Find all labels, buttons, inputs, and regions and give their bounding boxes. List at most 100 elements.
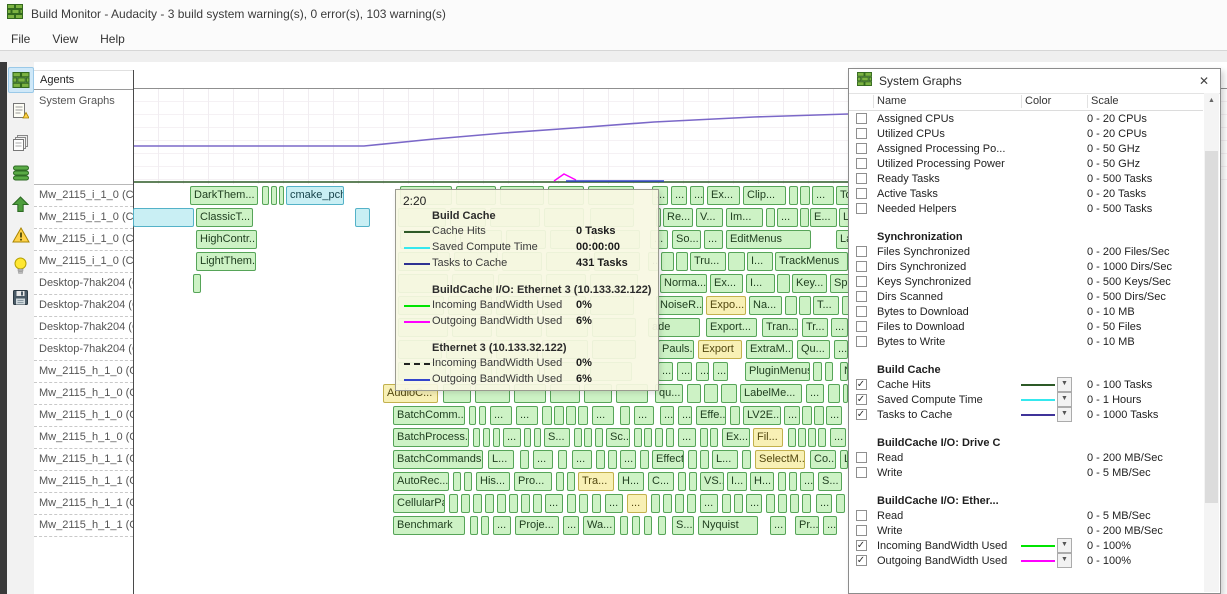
task-box-unlabeled[interactable] — [567, 494, 576, 513]
sidebar-warnings-button[interactable] — [8, 222, 34, 248]
task-box[interactable]: N — [840, 362, 848, 381]
task-box-unlabeled[interactable] — [722, 494, 731, 513]
sidebar-build-data-button[interactable] — [8, 160, 34, 186]
task-box-unlabeled[interactable] — [799, 296, 811, 315]
task-box[interactable]: ... — [784, 406, 800, 425]
unchecked-checkbox[interactable] — [856, 261, 867, 272]
task-box[interactable]: ... — [605, 494, 623, 513]
task-box-unlabeled[interactable] — [814, 406, 824, 425]
task-box[interactable]: T... — [813, 296, 839, 315]
task-box-unlabeled[interactable] — [509, 494, 518, 513]
task-box[interactable]: ... — [572, 450, 592, 469]
series-row[interactable]: Utilized Processing Power0 - 50 GHz — [849, 156, 1203, 171]
sidebar-tips-button[interactable] — [8, 253, 34, 279]
series-row[interactable]: Utilized CPUs0 - 20 CPUs — [849, 126, 1203, 141]
task-box[interactable]: Ex... — [710, 274, 743, 293]
task-box[interactable]: ... — [777, 208, 798, 227]
task-box-unlabeled[interactable] — [579, 494, 588, 513]
task-box[interactable]: Export — [698, 340, 742, 359]
task-box-unlabeled[interactable] — [778, 494, 787, 513]
task-box[interactable]: L — [840, 450, 848, 469]
task-box[interactable]: Wa... — [583, 516, 615, 535]
unchecked-checkbox[interactable] — [856, 306, 867, 317]
series-row[interactable]: ✓Saved Compute Time▼0 - 1 Hours — [849, 392, 1203, 407]
task-box-unlabeled[interactable] — [828, 384, 840, 403]
agent-row[interactable]: Mw_2115_h_1_1 (C — [34, 471, 133, 493]
task-box[interactable]: V... — [696, 208, 723, 227]
task-box[interactable]: ExtraM... — [746, 340, 793, 359]
task-box[interactable]: ... — [677, 362, 692, 381]
task-box-unlabeled[interactable] — [493, 428, 500, 447]
task-box-unlabeled[interactable] — [584, 428, 592, 447]
task-box-unlabeled[interactable] — [620, 406, 630, 425]
task-box[interactable]: I... — [727, 472, 747, 491]
agents-row-system-graphs[interactable]: System Graphs — [34, 90, 133, 185]
system-graphs-window-titlebar[interactable]: System Graphs ✕ — [849, 69, 1220, 94]
agent-row[interactable]: Desktop-7hak204 (C — [34, 339, 133, 361]
agent-row[interactable]: Desktop-7hak204 (C — [34, 295, 133, 317]
task-box[interactable]: BatchProcess... — [393, 428, 469, 447]
task-box-unlabeled[interactable] — [785, 296, 797, 315]
task-box-unlabeled[interactable] — [704, 384, 718, 403]
task-box-unlabeled[interactable] — [262, 186, 269, 205]
task-box[interactable]: LV2E... — [743, 406, 781, 425]
task-box[interactable]: Sc... — [606, 428, 630, 447]
task-box-unlabeled[interactable] — [710, 428, 718, 447]
task-box-unlabeled[interactable] — [640, 450, 649, 469]
task-box[interactable]: EditMenus — [726, 230, 811, 249]
task-box[interactable]: ... — [823, 516, 837, 535]
scrollbar-up-icon[interactable]: ▲ — [1204, 93, 1219, 108]
task-box-unlabeled[interactable] — [808, 428, 816, 447]
series-row[interactable]: ✓Cache Hits▼0 - 100 Tasks — [849, 377, 1203, 392]
task-box[interactable]: So... — [672, 230, 701, 249]
task-box[interactable]: Clip... — [743, 186, 786, 205]
color-dropdown-button[interactable]: ▼ — [1057, 553, 1072, 568]
color-dropdown-button[interactable]: ▼ — [1057, 377, 1072, 392]
task-box-unlabeled[interactable] — [663, 494, 672, 513]
task-box-unlabeled[interactable] — [687, 494, 696, 513]
task-box-unlabeled[interactable] — [554, 406, 564, 425]
task-box-unlabeled[interactable] — [574, 428, 582, 447]
unchecked-checkbox[interactable] — [856, 336, 867, 347]
task-box[interactable]: ... — [816, 494, 832, 513]
series-row[interactable]: ✓Outgoing BandWidth Used▼0 - 100% — [849, 553, 1203, 568]
sidebar-projects-button[interactable] — [8, 129, 34, 155]
task-box-unlabeled[interactable] — [595, 428, 603, 447]
task-box-unlabeled[interactable] — [689, 472, 697, 491]
task-box-unlabeled[interactable] — [700, 428, 708, 447]
task-box[interactable]: I... — [746, 274, 775, 293]
task-box[interactable]: cmake_pch — [286, 186, 344, 205]
task-box-unlabeled[interactable] — [133, 208, 194, 227]
task-box[interactable]: Tru... — [690, 252, 726, 271]
series-row[interactable]: Write0 - 5 MB/Sec — [849, 465, 1203, 480]
scrollbar[interactable]: ▲ — [1204, 93, 1219, 592]
task-box[interactable]: Im... — [726, 208, 763, 227]
task-box[interactable]: Pr... — [795, 516, 819, 535]
task-box-unlabeled[interactable] — [666, 428, 674, 447]
task-box-unlabeled[interactable] — [596, 450, 605, 469]
task-box-unlabeled[interactable] — [676, 252, 688, 271]
task-box-unlabeled[interactable] — [789, 186, 798, 205]
task-box[interactable]: Ex... — [707, 186, 740, 205]
column-header-scale[interactable]: Scale — [1087, 95, 1203, 108]
task-box[interactable]: H... — [750, 472, 774, 491]
task-box[interactable]: ... — [545, 494, 563, 513]
task-box[interactable]: ... — [634, 406, 654, 425]
task-box[interactable]: E... — [810, 208, 837, 227]
task-box-unlabeled[interactable] — [651, 494, 660, 513]
task-box-unlabeled[interactable] — [766, 208, 775, 227]
task-box[interactable]: Ex... — [722, 428, 750, 447]
task-box[interactable]: Benchmark — [393, 516, 465, 535]
task-box[interactable]: ... — [678, 406, 692, 425]
task-box-unlabeled[interactable] — [721, 384, 737, 403]
column-header-color[interactable]: Color — [1021, 95, 1087, 108]
task-box-unlabeled[interactable] — [778, 472, 786, 491]
sidebar-build-log-button[interactable] — [8, 98, 34, 124]
checked-checkbox[interactable]: ✓ — [856, 379, 867, 390]
task-box-unlabeled[interactable] — [520, 450, 529, 469]
task-box-unlabeled[interactable] — [813, 362, 822, 381]
task-box-unlabeled[interactable] — [658, 516, 666, 535]
task-box[interactable]: ... — [690, 186, 704, 205]
task-box-unlabeled[interactable] — [481, 516, 489, 535]
task-box[interactable]: Fil... — [753, 428, 783, 447]
